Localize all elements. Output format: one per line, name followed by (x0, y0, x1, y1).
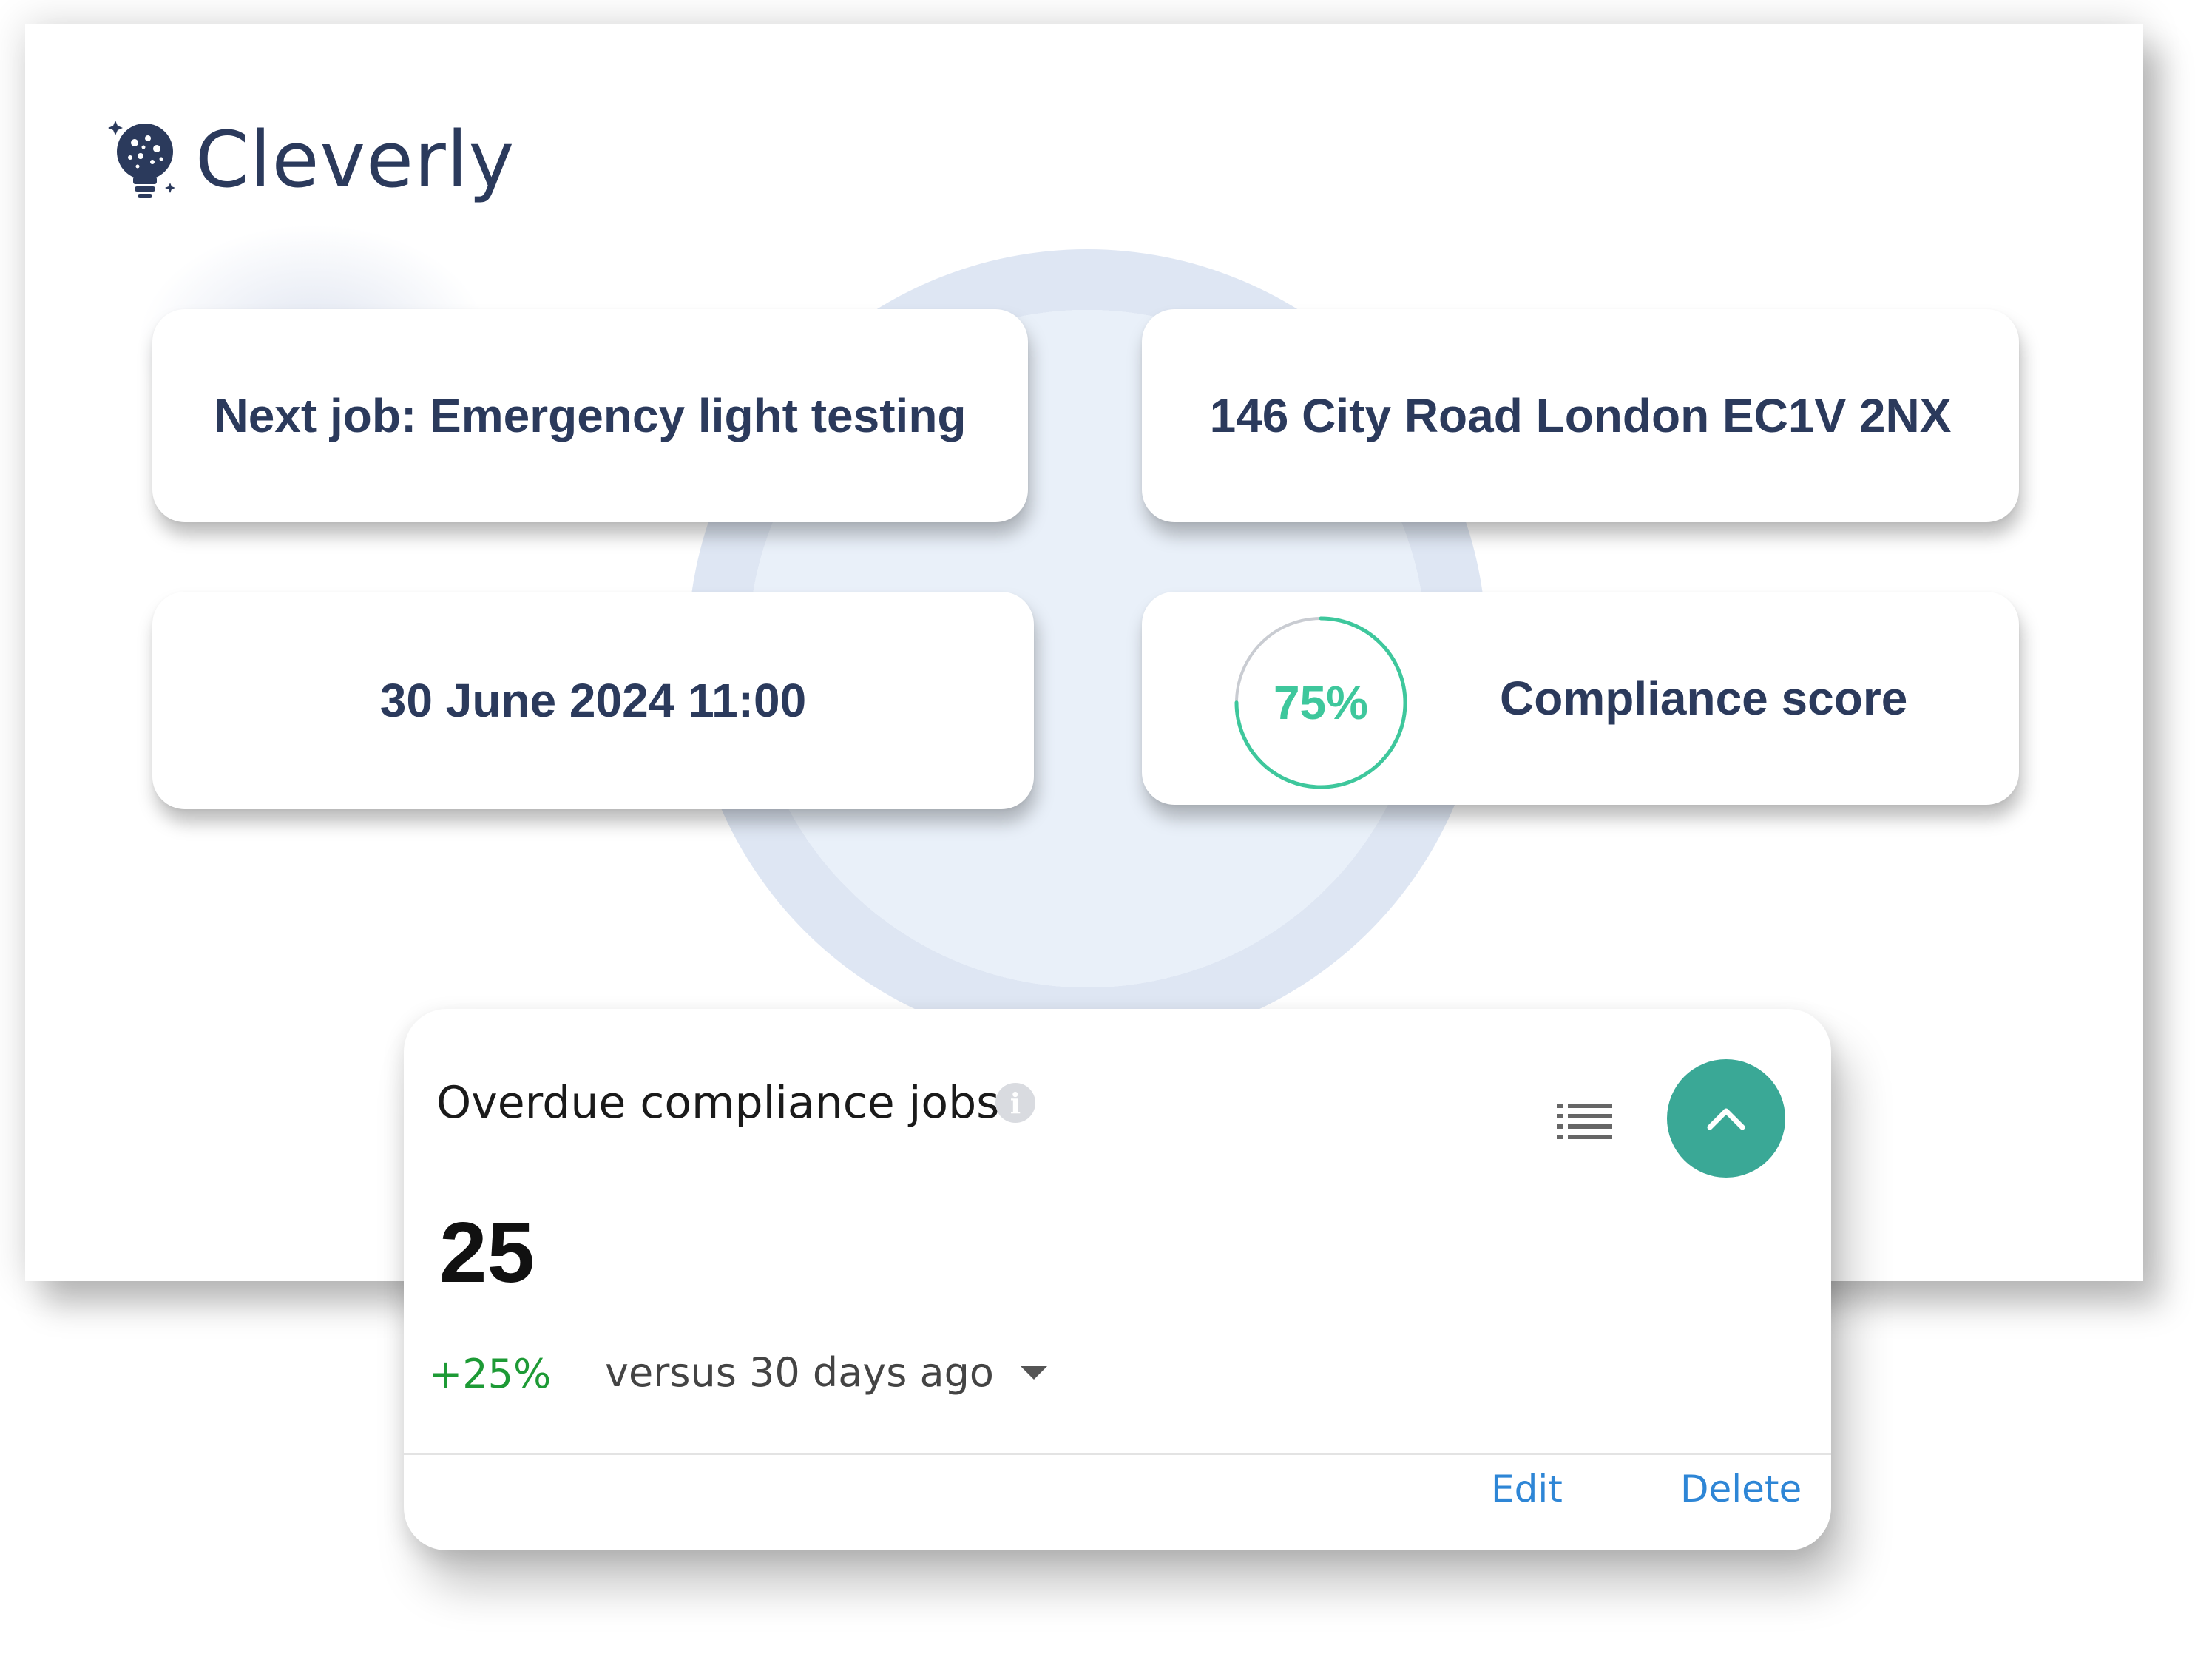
next-job-text: Next job: Emergency light testing (214, 389, 967, 442)
overdue-count: 25 (439, 1204, 535, 1300)
chevron-up-icon (1707, 1108, 1745, 1130)
stage: Cleverly Next job: Emergency light testi… (0, 0, 2212, 1668)
lightbulb-brain-icon (108, 121, 175, 198)
brand-logo[interactable]: Cleverly (105, 108, 515, 212)
next-job-card[interactable]: Next job: Emergency light testing (152, 309, 1028, 522)
datetime-text: 30 June 2024 11:00 (379, 674, 807, 727)
compliance-score-card[interactable]: 75% Compliance score (1142, 592, 2019, 805)
change-percent: +25% (429, 1351, 552, 1397)
edit-button[interactable]: Edit (1491, 1468, 1563, 1510)
compliance-score-label: Compliance score (1500, 672, 1908, 725)
datetime-card[interactable]: 30 June 2024 11:00 (152, 592, 1034, 809)
widget-divider (404, 1453, 1831, 1455)
delete-button[interactable]: Delete (1680, 1468, 1802, 1510)
overdue-jobs-widget: Overdue compliance jobs i 25 +25% versus… (404, 1009, 1831, 1550)
comparison-period-label: versus 30 days ago (605, 1349, 994, 1396)
info-icon[interactable]: i (995, 1083, 1035, 1123)
comparison-period-dropdown[interactable]: versus 30 days ago (605, 1349, 1047, 1396)
collapse-button[interactable] (1667, 1059, 1785, 1178)
list-view-icon[interactable] (1556, 1098, 1615, 1142)
widget-title: Overdue compliance jobs (436, 1077, 1000, 1129)
brand-name: Cleverly (195, 115, 515, 205)
compliance-score-value: 75% (1273, 676, 1369, 729)
address-card[interactable]: 146 City Road London EC1V 2NX (1142, 309, 2019, 522)
caret-down-icon (1020, 1365, 1047, 1380)
address-text: 146 City Road London EC1V 2NX (1209, 389, 1952, 442)
